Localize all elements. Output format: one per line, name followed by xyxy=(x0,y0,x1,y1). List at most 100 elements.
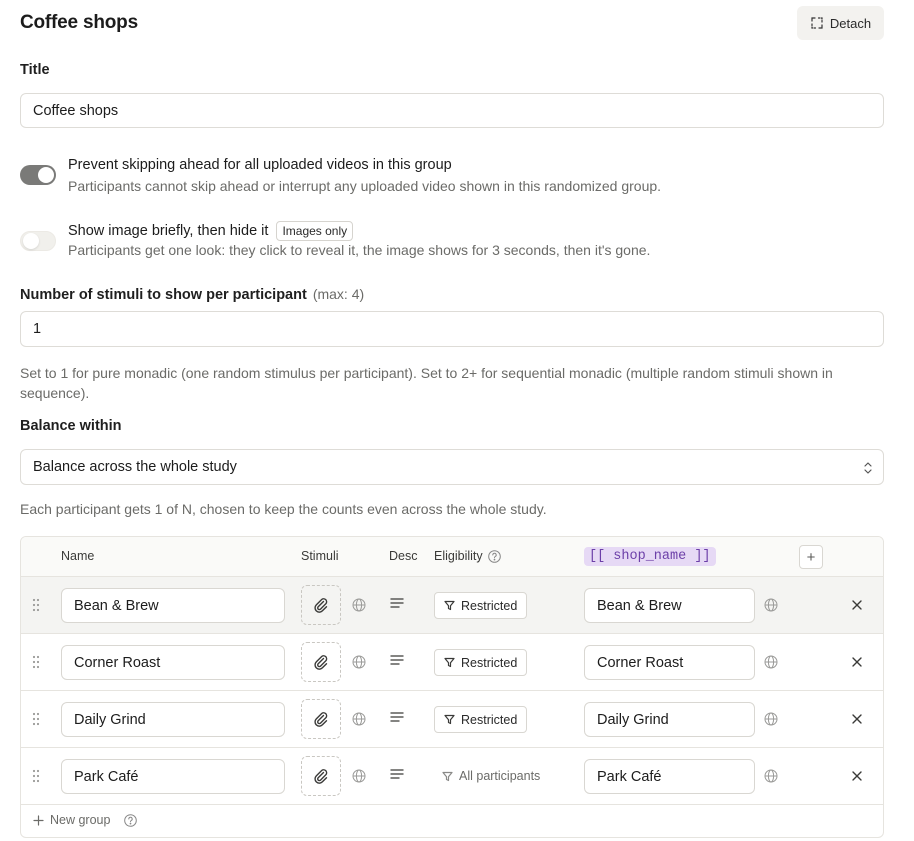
group-name-input[interactable]: Park Café xyxy=(61,759,285,794)
text-lines-icon[interactable] xyxy=(390,768,404,780)
show-image-briefly-title: Show image briefly, then hide it Images … xyxy=(68,221,354,241)
stimulus-upload-button[interactable] xyxy=(301,699,341,739)
variable-value-input[interactable]: Daily Grind xyxy=(584,702,755,737)
group-name-input[interactable]: Corner Roast xyxy=(61,645,285,680)
filter-icon xyxy=(442,771,453,781)
page-title: Coffee shops xyxy=(20,12,138,33)
close-icon[interactable] xyxy=(851,713,863,725)
globe-icon[interactable] xyxy=(352,769,366,783)
max-note: (max: 4) xyxy=(312,286,365,302)
add-column-button[interactable]: + xyxy=(799,545,823,569)
variable-value: Park Café xyxy=(597,768,662,785)
text-lines-icon[interactable] xyxy=(390,654,404,666)
prevent-skip-description: Participants cannot skip ahead or interr… xyxy=(68,178,662,194)
eligibility-label: Restricted xyxy=(461,655,518,670)
plus-icon: + xyxy=(806,548,816,566)
eligibility-button[interactable]: Restricted xyxy=(434,706,528,733)
drag-handle-icon[interactable] xyxy=(32,598,40,612)
group-name-value: Corner Roast xyxy=(74,654,161,671)
table-row: Daily Grind Restricted Daily Grind xyxy=(21,691,883,748)
table-row: Park Café All participants Park Café xyxy=(21,748,883,805)
variable-value: Daily Grind xyxy=(597,711,669,728)
group-name-input[interactable]: Daily Grind xyxy=(61,702,285,737)
table-row: Bean & Brew Restricted Bean & Brew xyxy=(21,577,883,634)
balance-hint: Each participant gets 1 of N, chosen to … xyxy=(20,501,547,517)
eligibility-label: Restricted xyxy=(461,598,518,613)
title-label: Title xyxy=(20,62,50,78)
text-lines-icon[interactable] xyxy=(390,711,404,723)
detach-button[interactable]: Detach xyxy=(797,6,884,40)
col-name: Name xyxy=(61,549,95,563)
group-name-input[interactable]: Bean & Brew xyxy=(61,588,285,623)
group-name-value: Daily Grind xyxy=(74,711,146,728)
globe-icon[interactable] xyxy=(352,712,366,726)
globe-icon[interactable] xyxy=(764,598,778,612)
help-icon[interactable] xyxy=(124,813,138,827)
detach-label: Detach xyxy=(829,15,872,31)
globe-icon[interactable] xyxy=(764,712,778,726)
prevent-skip-title: Prevent skipping ahead for all uploaded … xyxy=(68,157,452,173)
filter-icon xyxy=(444,600,455,611)
paperclip-icon xyxy=(314,712,328,727)
stimuli-count-hint: Set to 1 for pure monadic (one random st… xyxy=(20,365,833,401)
globe-icon[interactable] xyxy=(352,655,366,669)
stimulus-upload-button[interactable] xyxy=(301,642,341,682)
globe-icon[interactable] xyxy=(764,655,778,669)
paperclip-icon xyxy=(314,769,328,784)
help-icon[interactable] xyxy=(487,549,501,563)
show-image-briefly-description: Participants get one look: they click to… xyxy=(68,242,651,258)
drag-handle-icon[interactable] xyxy=(32,655,40,669)
variable-value-input[interactable]: Bean & Brew xyxy=(584,588,755,623)
stimulus-upload-button[interactable] xyxy=(301,585,341,625)
group-name-value: Bean & Brew xyxy=(74,597,159,614)
variable-value: Bean & Brew xyxy=(597,597,682,614)
new-group-button[interactable]: New group xyxy=(33,813,138,827)
balance-label: Balance within xyxy=(20,418,122,434)
variable-value-input[interactable]: Park Café xyxy=(584,759,755,794)
groups-table: Name Stimuli Desc Eligibility [[ shop_na… xyxy=(20,536,884,838)
stimulus-upload-button[interactable] xyxy=(301,756,341,796)
show-image-briefly-toggle[interactable] xyxy=(20,231,56,251)
eligibility-button[interactable]: Restricted xyxy=(434,649,528,676)
prevent-skip-toggle[interactable] xyxy=(20,165,56,185)
plus-icon xyxy=(33,814,44,826)
group-name-value: Park Café xyxy=(74,768,139,785)
new-group-label: New group xyxy=(50,813,111,827)
text-lines-icon[interactable] xyxy=(390,597,404,609)
variable-value-input[interactable]: Corner Roast xyxy=(584,645,755,680)
eligibility-label: All participants xyxy=(459,769,541,783)
paperclip-icon xyxy=(314,598,328,613)
table-row: Corner Roast Restricted Corner Roast xyxy=(21,634,883,691)
close-icon[interactable] xyxy=(851,656,863,668)
balance-selected: Balance across the whole study xyxy=(33,459,237,475)
close-icon[interactable] xyxy=(851,599,863,611)
chevron-updown-icon xyxy=(864,462,872,474)
variable-chip[interactable]: [[ shop_name ]] xyxy=(584,547,716,566)
prevent-skip-label: Prevent skipping ahead for all uploaded … xyxy=(68,157,452,173)
table-header: Name Stimuli Desc Eligibility [[ shop_na… xyxy=(21,537,883,577)
col-eligibility: Eligibility xyxy=(434,549,501,563)
globe-icon[interactable] xyxy=(764,769,778,783)
show-image-briefly-label: Show image briefly, then hide it xyxy=(68,223,269,239)
paperclip-icon xyxy=(314,655,328,670)
filter-icon xyxy=(444,714,455,725)
stimuli-count-value: 1 xyxy=(33,321,42,337)
drag-handle-icon[interactable] xyxy=(32,769,40,783)
eligibility-button[interactable]: All participants xyxy=(442,769,540,783)
eligibility-button[interactable]: Restricted xyxy=(434,592,528,619)
col-stimuli: Stimuli xyxy=(301,549,339,563)
col-eligibility-label: Eligibility xyxy=(434,549,483,563)
eligibility-label: Restricted xyxy=(461,712,518,727)
stimuli-count-label-text: Number of stimuli to show per participan… xyxy=(20,287,307,303)
balance-select[interactable]: Balance across the whole study xyxy=(20,449,884,485)
stimuli-count-label: Number of stimuli to show per participan… xyxy=(20,286,364,303)
drag-handle-icon[interactable] xyxy=(32,712,40,726)
images-only-badge: Images only xyxy=(276,221,354,241)
globe-icon[interactable] xyxy=(352,598,366,612)
title-value: Coffee shops xyxy=(33,102,119,119)
stimuli-count-input[interactable]: 1 xyxy=(20,311,884,347)
col-desc: Desc xyxy=(389,549,418,563)
close-icon[interactable] xyxy=(851,770,863,782)
title-input[interactable]: Coffee shops xyxy=(20,93,884,128)
variable-value: Corner Roast xyxy=(597,654,684,671)
